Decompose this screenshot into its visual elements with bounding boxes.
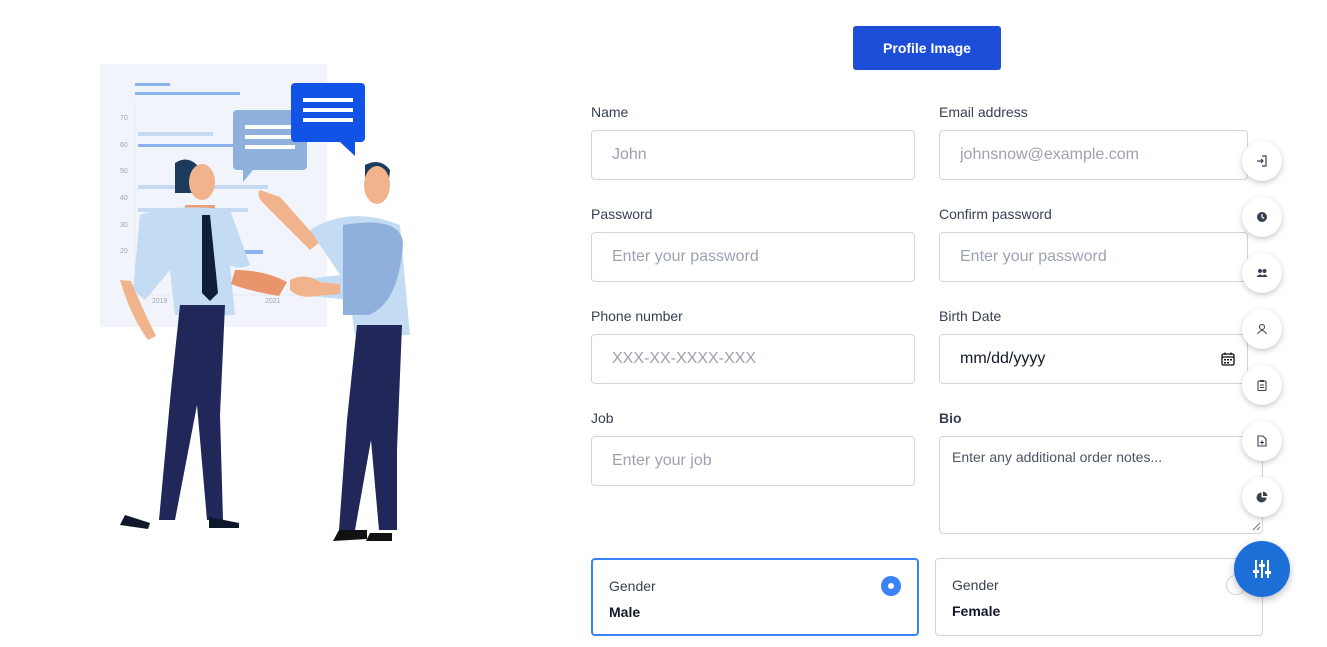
handshake-illustration: 70 60 50 40 30 20 2019 2021 [100, 64, 410, 541]
profile-image-button[interactable]: Profile Image [853, 26, 1001, 70]
birth-date-label: Birth Date [939, 308, 1002, 324]
pie-chart-icon [1256, 491, 1268, 503]
bio-label: Bio [939, 410, 962, 426]
job-field[interactable] [591, 436, 915, 486]
clipboard-button[interactable] [1242, 365, 1282, 405]
chart-tick: 70 [120, 115, 128, 122]
users-button[interactable] [1242, 253, 1282, 293]
birth-date-field[interactable]: mm/dd/yyyy [939, 334, 1248, 384]
radio-selected-icon[interactable] [881, 576, 901, 596]
name-label: Name [591, 104, 629, 120]
chart-tick: 40 [120, 195, 128, 202]
name-field[interactable] [591, 130, 915, 180]
password-field[interactable] [591, 232, 915, 282]
chart-year: 2019 [152, 298, 168, 305]
sliders-icon [1253, 560, 1271, 578]
email-label: Email address [939, 104, 1028, 120]
profile-button[interactable] [1242, 309, 1282, 349]
password-label: Password [591, 206, 653, 222]
email-field[interactable] [939, 130, 1248, 180]
chat-bubble-icon [291, 83, 365, 142]
bio-textarea[interactable] [939, 436, 1263, 534]
resize-handle-icon[interactable] [1251, 521, 1261, 531]
sign-in-icon [1257, 155, 1267, 167]
user-icon [1257, 323, 1267, 335]
chart-tick: 50 [120, 168, 128, 175]
birth-date-value: mm/dd/yyyy [960, 350, 1046, 367]
gender-male-option[interactable]: Gender Male [591, 558, 919, 636]
file-plus-icon [1257, 435, 1267, 447]
phone-field[interactable] [591, 334, 915, 384]
gender-male-value: Male [609, 604, 641, 620]
history-button[interactable] [1242, 197, 1282, 237]
users-icon [1256, 269, 1268, 277]
new-file-button[interactable] [1242, 421, 1282, 461]
gender-female-value: Female [952, 603, 1001, 619]
confirm-password-field[interactable] [939, 232, 1248, 282]
settings-fab[interactable] [1234, 541, 1290, 597]
gender-female-option[interactable]: Gender Female [935, 558, 1263, 636]
gender-male-label: Gender [609, 578, 656, 594]
sign-in-button[interactable] [1242, 141, 1282, 181]
chart-tick: 60 [120, 142, 128, 149]
calendar-icon[interactable] [1221, 352, 1235, 366]
analytics-button[interactable] [1242, 477, 1282, 517]
chart-year: 2021 [265, 298, 281, 305]
clock-icon [1257, 212, 1267, 222]
chart-tick: 30 [120, 222, 128, 229]
gender-female-label: Gender [952, 577, 999, 593]
phone-label: Phone number [591, 308, 683, 324]
confirm-password-label: Confirm password [939, 206, 1052, 222]
chart-tick: 20 [120, 248, 128, 255]
clipboard-icon [1257, 380, 1267, 391]
job-label: Job [591, 410, 614, 426]
